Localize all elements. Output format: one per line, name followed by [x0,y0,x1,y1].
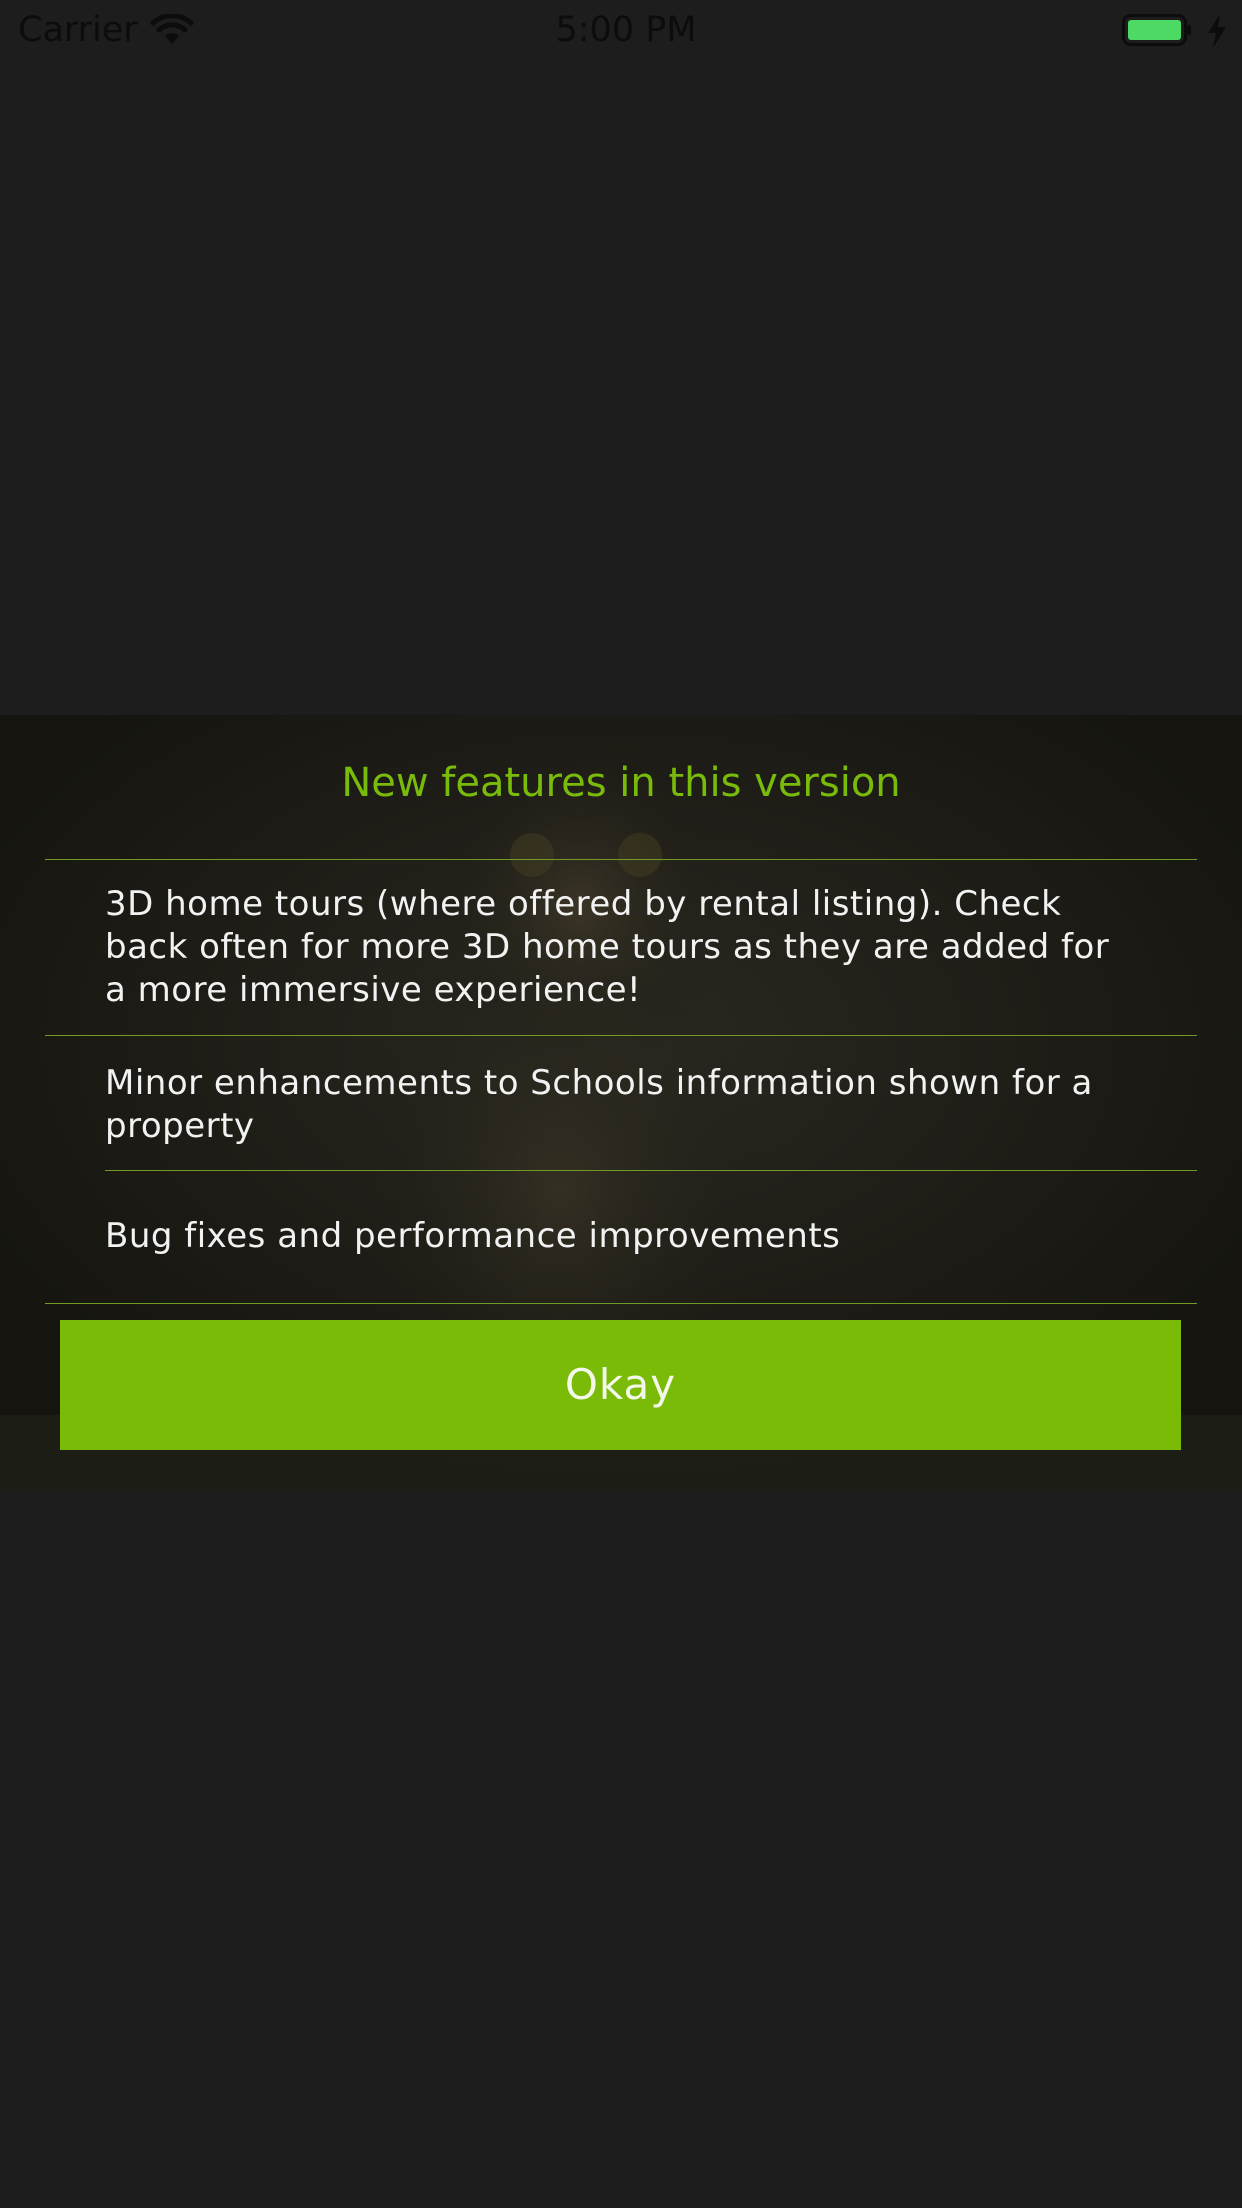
battery-icon [1122,14,1192,46]
app-screen: Carrier 5:00 PM New features in this ver… [0,0,1242,2208]
feature-item: Minor enhancements to Schools informatio… [105,1063,1093,1146]
divider [105,1170,1197,1171]
okay-button[interactable]: Okay [60,1320,1181,1450]
divider [45,1035,1197,1036]
charging-bolt-icon [1206,14,1228,48]
divider [45,859,1197,860]
status-bar: Carrier 5:00 PM [0,0,1242,62]
feature-item: Bug fixes and performance improvements [105,1216,841,1256]
divider [45,1303,1197,1304]
feature-item: 3D home tours (where offered by rental l… [105,884,1110,1010]
status-time: 5:00 PM [555,10,697,50]
dialog-title: New features in this version [341,760,901,806]
whats-new-dialog: New features in this version 3D home tou… [0,715,1242,1492]
